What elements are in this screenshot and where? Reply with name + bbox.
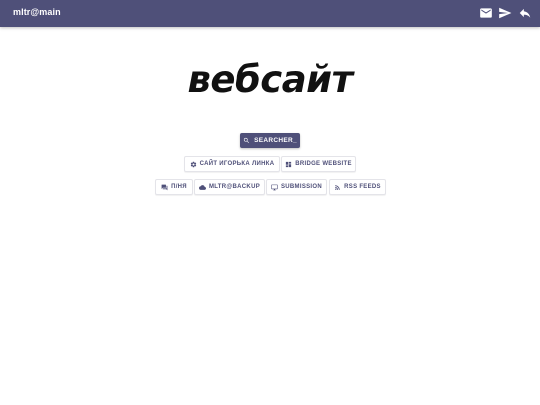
link-label: BRIDGE WEBSITE: [295, 161, 352, 167]
search-icon: [243, 137, 250, 143]
dashboard-icon: [286, 161, 292, 167]
link-bridge-website[interactable]: BRIDGE WEBSITE: [281, 156, 356, 172]
link-label: SUBMISSION: [280, 184, 322, 190]
monitor-icon: [271, 184, 278, 190]
send-icon[interactable]: [498, 6, 512, 20]
search-button-label: SEARCHER_: [254, 137, 297, 144]
link-label: RSS FEEDS: [344, 184, 381, 190]
link-mltr-backup[interactable]: MLTR@BACKUP: [194, 179, 265, 195]
mail-icon[interactable]: [479, 6, 493, 20]
link-pnya[interactable]: П/НЯ: [155, 179, 193, 195]
link-label: САЙТ ИГОРЬКА ЛИНКА: [199, 161, 275, 167]
gear-icon: [190, 161, 196, 167]
reply-icon[interactable]: [518, 6, 532, 20]
cloud-icon: [198, 184, 206, 190]
search-button[interactable]: SEARCHER_: [240, 133, 300, 148]
app-title[interactable]: mltr@main: [13, 7, 61, 17]
link-label: П/НЯ: [171, 184, 187, 190]
link-submission[interactable]: SUBMISSION: [266, 179, 327, 195]
rss-icon: [335, 184, 340, 190]
top-app-bar: mltr@main: [0, 0, 540, 27]
link-igorek-link-site[interactable]: САЙТ ИГОРЬКА ЛИНКА: [184, 156, 280, 172]
site-logo: вебсайт: [187, 58, 353, 101]
chat-icon: [161, 184, 168, 190]
link-label: MLTR@BACKUP: [208, 184, 261, 190]
link-rss-feeds[interactable]: RSS FEEDS: [329, 179, 386, 195]
